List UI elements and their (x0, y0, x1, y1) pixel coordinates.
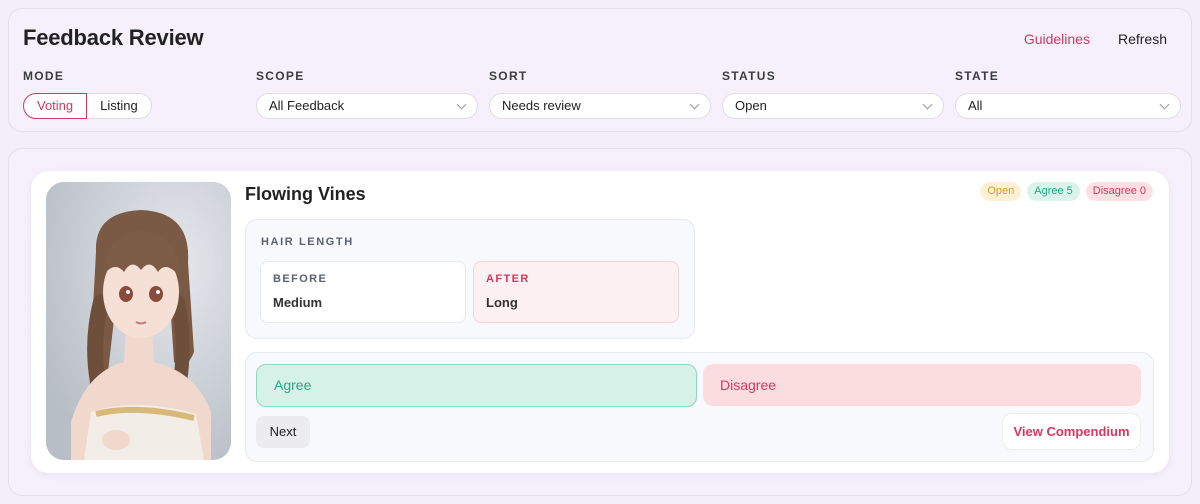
after-box: AFTER Long (473, 261, 679, 323)
state-label: STATE (955, 69, 1000, 83)
page-title: Feedback Review (23, 25, 204, 50)
filter-panel: Feedback Review Guidelines Refresh MODE … (8, 8, 1192, 132)
character-illustration (46, 182, 231, 460)
refresh-button[interactable]: Refresh (1118, 31, 1167, 47)
view-compendium-button[interactable]: View Compendium (1002, 413, 1141, 450)
character-portrait (46, 182, 231, 460)
state-select[interactable]: All (955, 93, 1181, 119)
status-badge: Open (980, 182, 1022, 201)
scope-select[interactable]: All Feedback (256, 93, 478, 119)
agree-button[interactable]: Agree (256, 364, 697, 407)
chevron-down-icon (1159, 99, 1170, 110)
sort-label: SORT (489, 69, 528, 83)
mode-filter: MODE Voting Listing (23, 69, 152, 119)
status-select-value: Open (735, 98, 767, 113)
sort-select[interactable]: Needs review (489, 93, 711, 119)
before-label: BEFORE (273, 273, 328, 285)
state-select-value: All (968, 98, 983, 113)
feedback-card: Flowing Vines Open Agree 5 Disagree 0 HA… (31, 171, 1169, 473)
review-panel: Flowing Vines Open Agree 5 Disagree 0 HA… (8, 148, 1192, 496)
agree-count-badge: Agree 5 (1027, 182, 1080, 201)
mode-segmented-control: Voting Listing (23, 93, 152, 119)
card-title: Flowing Vines (245, 184, 366, 204)
vote-actions-box: Agree Disagree Next View Compendium (245, 352, 1154, 462)
header-links: Guidelines Refresh (1024, 31, 1167, 47)
chevron-down-icon (922, 99, 933, 110)
mode-label: MODE (23, 69, 65, 83)
scope-label: SCOPE (256, 69, 305, 83)
state-filter: STATE All (955, 69, 1181, 119)
status-select[interactable]: Open (722, 93, 944, 119)
after-value: Long (486, 295, 518, 310)
disagree-button[interactable]: Disagree (703, 364, 1141, 406)
chevron-down-icon (456, 99, 467, 110)
mode-voting-button[interactable]: Voting (23, 93, 88, 119)
before-value: Medium (273, 295, 323, 310)
before-box: BEFORE Medium (260, 261, 466, 323)
next-button[interactable]: Next (256, 416, 310, 448)
attribute-change-box: HAIR LENGTH BEFORE Medium AFTER Long (245, 219, 695, 339)
chevron-down-icon (689, 99, 700, 110)
disagree-count-badge: Disagree 0 (1085, 182, 1153, 201)
after-label: AFTER (486, 273, 530, 285)
sort-filter: SORT Needs review (489, 69, 711, 119)
status-filter: STATUS Open (722, 69, 944, 119)
status-label: STATUS (722, 69, 777, 83)
mode-listing-button[interactable]: Listing (87, 93, 152, 119)
badge-group: Open Agree 5 Disagree 0 (980, 182, 1153, 201)
attribute-label: HAIR LENGTH (261, 236, 354, 248)
sort-select-value: Needs review (502, 98, 581, 113)
scope-select-value: All Feedback (269, 98, 345, 113)
scope-filter: SCOPE All Feedback (256, 69, 478, 119)
guidelines-link[interactable]: Guidelines (1024, 31, 1090, 47)
